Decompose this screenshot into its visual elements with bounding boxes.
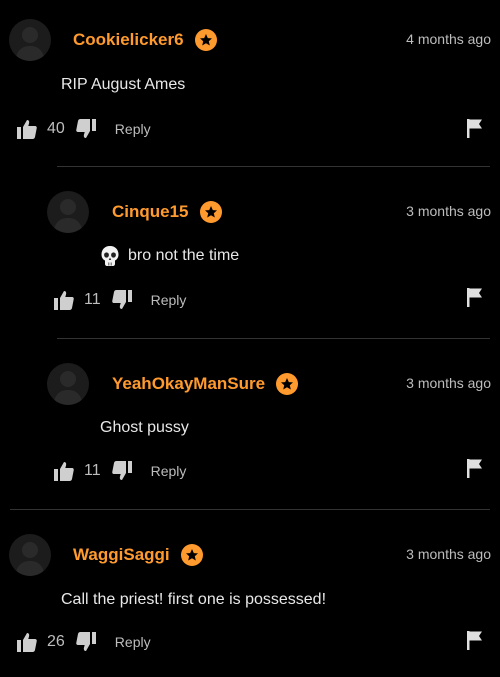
divider xyxy=(10,509,490,510)
divider xyxy=(57,338,490,339)
like-count: 11 xyxy=(84,291,101,308)
flag-icon[interactable] xyxy=(466,630,484,650)
thumbs-down-icon[interactable] xyxy=(111,460,133,482)
thumbs-down-icon[interactable] xyxy=(75,631,97,653)
comment-text-content: Call the priest! first one is possessed! xyxy=(61,591,327,608)
avatar[interactable] xyxy=(9,19,51,61)
reply-button[interactable]: Reply xyxy=(151,463,187,479)
star-badge-icon xyxy=(276,373,299,395)
thumbs-up-icon[interactable] xyxy=(53,289,75,311)
username[interactable]: WaggiSaggi xyxy=(73,544,203,566)
comment-actions: 11 Reply xyxy=(53,460,186,482)
avatar[interactable] xyxy=(47,191,89,233)
comment-actions: 26 Reply xyxy=(16,631,151,653)
timestamp: 4 months ago xyxy=(406,31,491,47)
like-count: 26 xyxy=(47,633,65,650)
comment-text-content: RIP August Ames xyxy=(61,76,186,93)
username-text[interactable]: Cookielicker6 xyxy=(73,30,184,50)
comment-text: bro not the time xyxy=(100,245,239,267)
flag-icon[interactable] xyxy=(466,287,484,307)
timestamp: 3 months ago xyxy=(406,203,491,219)
username-text[interactable]: WaggiSaggi xyxy=(73,545,170,565)
reply-button[interactable]: Reply xyxy=(115,121,151,137)
thumbs-up-icon[interactable] xyxy=(16,631,38,653)
star-badge-icon xyxy=(199,201,222,223)
comment-text: Ghost pussy xyxy=(100,419,189,437)
avatar[interactable] xyxy=(9,534,51,576)
avatar[interactable] xyxy=(47,363,89,405)
comment-actions: 11 Reply xyxy=(53,289,186,311)
username[interactable]: YeahOkayManSure xyxy=(112,373,299,395)
thumbs-down-icon[interactable] xyxy=(75,118,97,140)
reply-button[interactable]: Reply xyxy=(115,634,151,650)
comment-text-content: Ghost pussy xyxy=(100,419,189,436)
like-count: 11 xyxy=(84,462,101,479)
flag-icon[interactable] xyxy=(466,118,484,138)
username-text[interactable]: YeahOkayManSure xyxy=(112,374,265,394)
like-count: 40 xyxy=(47,120,65,137)
username-text[interactable]: Cinque15 xyxy=(112,202,189,222)
divider xyxy=(57,166,490,167)
comment-actions: 40 Reply xyxy=(16,118,151,140)
flag-icon[interactable] xyxy=(466,458,484,478)
comment-text: RIP August Ames xyxy=(61,76,185,94)
comment-text-content: bro not the time xyxy=(128,247,240,264)
thumbs-up-icon[interactable] xyxy=(53,460,75,482)
comment-text: Call the priest! first one is possessed! xyxy=(61,591,326,609)
thumbs-down-icon[interactable] xyxy=(111,289,133,311)
timestamp: 3 months ago xyxy=(406,375,491,391)
thumbs-up-icon[interactable] xyxy=(16,118,38,140)
skull-icon xyxy=(100,245,120,267)
star-badge-icon xyxy=(180,544,203,566)
timestamp: 3 months ago xyxy=(406,546,491,562)
username[interactable]: Cinque15 xyxy=(112,201,222,223)
username[interactable]: Cookielicker6 xyxy=(73,29,217,51)
reply-button[interactable]: Reply xyxy=(151,292,187,308)
star-badge-icon xyxy=(194,29,217,51)
